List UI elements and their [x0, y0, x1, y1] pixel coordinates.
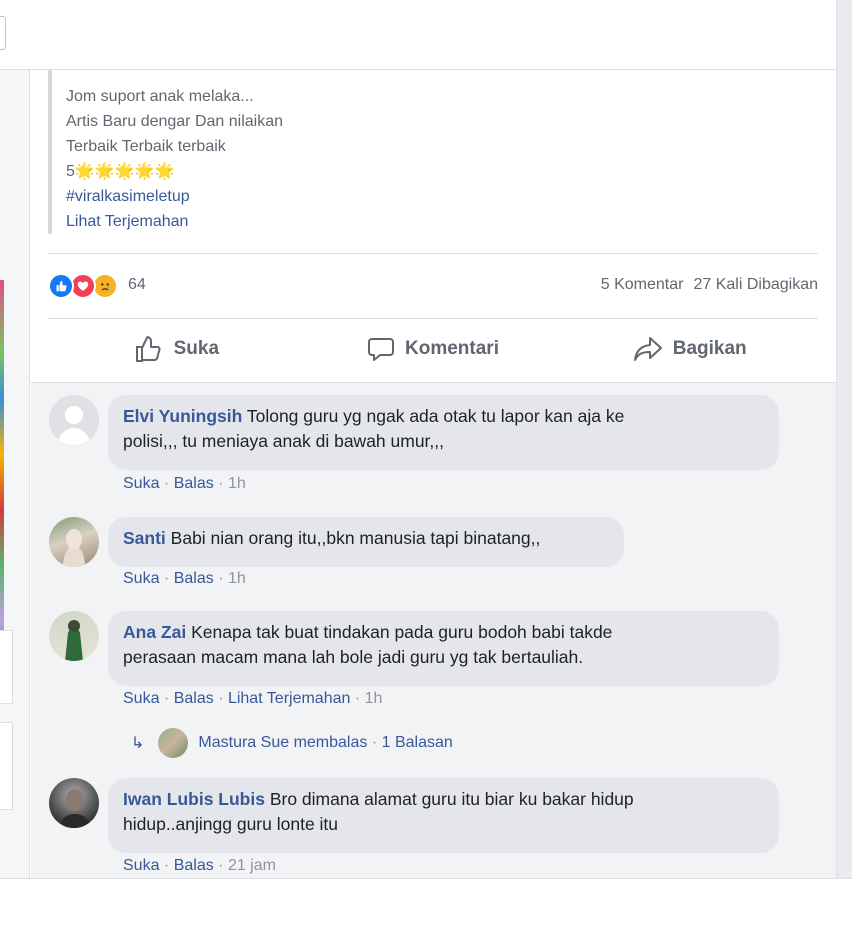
comment-timestamp[interactable]: 1h: [365, 690, 383, 707]
reply-avatar: [158, 728, 189, 758]
comment-translate-link[interactable]: Lihat Terjemahan: [228, 690, 350, 707]
post-stats: 5 Komentar 27 Kali Dibagikan: [601, 276, 818, 294]
comment-bubble: Elvi Yuningsih Tolong guru yg ngak ada o…: [108, 395, 779, 470]
share-button[interactable]: Bagikan: [561, 320, 818, 378]
avatar[interactable]: [49, 611, 99, 661]
hashtag-link[interactable]: #viralkasimeletup: [66, 187, 190, 207]
left-column: [0, 70, 30, 878]
comment-author[interactable]: Elvi Yuningsih: [123, 406, 242, 426]
comment-bubble: Ana Zai Kenapa tak buat tindakan pada gu…: [108, 611, 779, 686]
comment-meta: Suka · Balas · Lihat Terjemahan · 1h: [123, 690, 383, 707]
post-actions: Suka Komentari Bagikan: [48, 320, 818, 378]
top-left-control[interactable]: [0, 16, 6, 50]
comment-text: Tolong guru yg ngak ada otak tu lapor ka…: [246, 406, 625, 426]
quote-bar: [48, 70, 52, 234]
comment-timestamp[interactable]: 1h: [228, 475, 246, 492]
comment-like-link[interactable]: Suka: [123, 570, 159, 587]
share-arrow-icon: [633, 337, 662, 361]
comment-like-link[interactable]: Suka: [123, 857, 159, 874]
comment-like-link[interactable]: Suka: [123, 690, 159, 707]
comment-author[interactable]: Santi: [123, 528, 166, 548]
thumbs-up-icon: [135, 336, 161, 362]
comment-text: Bro dimana alamat guru itu biar ku bakar…: [269, 789, 634, 809]
comment-text: perasaan macam mana lah bole jadi guru y…: [123, 647, 584, 667]
rating-number: 5: [66, 163, 75, 180]
comment-like-link[interactable]: Suka: [123, 475, 159, 492]
comment-text: Babi nian orang itu,,bkn manusia tapi bi…: [170, 528, 541, 548]
comment-author[interactable]: Ana Zai: [123, 622, 186, 642]
comment-button[interactable]: Komentari: [305, 320, 562, 378]
comment-reply-link[interactable]: Balas: [174, 690, 214, 707]
share-count-link[interactable]: 27 Kali Dibagikan: [693, 276, 818, 293]
comment-reply-link[interactable]: Balas: [174, 570, 214, 587]
top-bar: [0, 0, 836, 70]
comment-reply-link[interactable]: Balas: [174, 857, 214, 874]
comment-button-label: Komentari: [405, 338, 499, 359]
page-bottom-area: [0, 878, 852, 937]
post-text-line: Artis Baru dengar Dan nilaikan: [66, 113, 284, 130]
comment-meta: Suka · Balas · 1h: [123, 475, 246, 492]
comment-timestamp[interactable]: 1h: [228, 570, 246, 587]
post-text-line: Terbaik Terbaik terbaik: [66, 138, 226, 155]
left-card: [0, 630, 13, 704]
comment-timestamp[interactable]: 21 jam: [228, 857, 276, 874]
star-emoji-icons: 🌟🌟🌟🌟🌟: [74, 163, 175, 180]
like-button-label: Suka: [173, 338, 220, 359]
comment-icon: [368, 338, 395, 361]
post: Jom suport anak melaka... Artis Baru den…: [31, 70, 836, 878]
view-replies-link[interactable]: ↳ Mastura Sue membalas · 1 Balasan: [131, 728, 453, 758]
avatar[interactable]: [49, 395, 99, 445]
avatar[interactable]: [49, 778, 99, 828]
divider: [48, 318, 818, 319]
share-button-label: Bagikan: [672, 338, 747, 359]
post-text-line: Jom suport anak melaka...: [66, 88, 254, 105]
comment-text: Kenapa tak buat tindakan pada guru bodoh…: [191, 622, 613, 642]
left-card: [0, 722, 13, 810]
comment-reply-link[interactable]: Balas: [174, 475, 214, 492]
like-button[interactable]: Suka: [48, 320, 305, 378]
avatar[interactable]: [49, 517, 99, 567]
comment-text: hidup..anjingg guru lonte itu: [123, 814, 339, 834]
divider: [48, 253, 818, 254]
left-thumbnail-strip[interactable]: [0, 280, 4, 676]
like-icon: [48, 273, 74, 299]
comment-bubble: Iwan Lubis Lubis Bro dimana alamat guru …: [108, 778, 779, 853]
comment-meta: Suka · Balas · 1h: [123, 570, 246, 587]
reply-author-text: Mastura Sue membalas: [198, 734, 368, 751]
comment-author[interactable]: Iwan Lubis Lubis: [123, 789, 265, 809]
reaction-count: 64: [128, 276, 146, 293]
comment-count-link[interactable]: 5 Komentar: [601, 276, 684, 293]
comment-text: polisi,,, tu meniaya anak di bawah umur,…: [123, 431, 445, 451]
reply-count: 1 Balasan: [381, 734, 453, 751]
see-translation-link[interactable]: Lihat Terjemahan: [66, 212, 188, 232]
reply-arrow-icon: ↳: [131, 735, 145, 752]
comment-bubble: Santi Babi nian orang itu,,bkn manusia t…: [108, 517, 624, 567]
comment-meta: Suka · Balas · 21 jam: [123, 857, 276, 874]
post-rating-line: 5🌟🌟🌟🌟🌟: [66, 162, 175, 182]
comments-section: Elvi Yuningsih Tolong guru yg ngak ada o…: [31, 382, 836, 878]
right-scroll-gutter: [836, 0, 852, 878]
